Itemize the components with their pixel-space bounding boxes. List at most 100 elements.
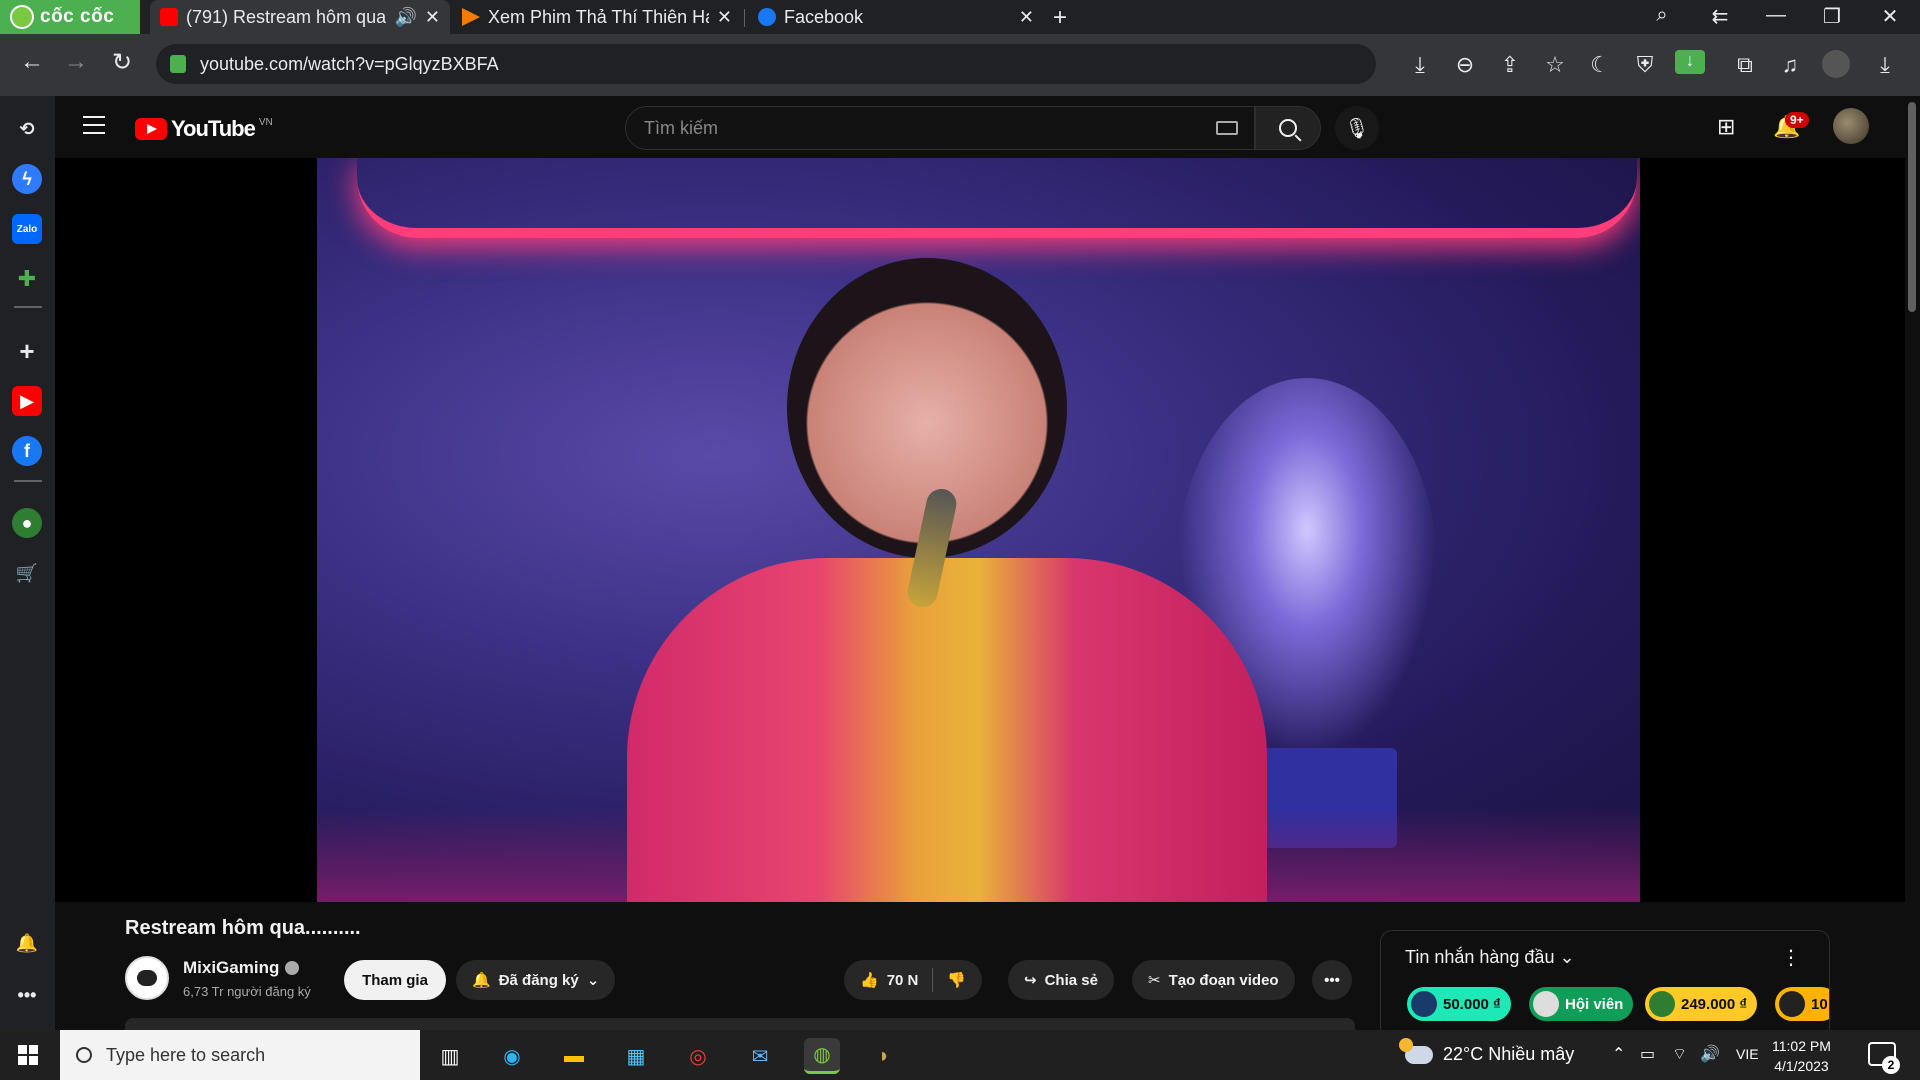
like-count[interactable]: 70 N — [887, 972, 919, 989]
page-scrollbar[interactable] — [1906, 96, 1918, 1030]
file-explorer-icon[interactable]: ▬ — [556, 1038, 592, 1074]
mail-icon[interactable]: ✉ — [742, 1038, 778, 1074]
clip-button[interactable]: ✂ Tạo đoạn video — [1132, 960, 1295, 1000]
sidebar-notification-bell-icon[interactable]: 🔔 — [12, 928, 42, 958]
volume-icon[interactable]: 🔊 — [1700, 1044, 1720, 1064]
youtube-logo[interactable]: YouTube VN — [135, 116, 273, 142]
bookmark-star-icon[interactable]: ☆ — [1540, 52, 1570, 78]
search-button[interactable] — [1255, 106, 1321, 150]
new-tab-button[interactable]: + — [1053, 4, 1067, 32]
messenger-icon[interactable]: ϟ — [12, 164, 42, 194]
video-frame[interactable] — [317, 158, 1640, 902]
gamepad-icon[interactable]: ✚ — [12, 264, 42, 294]
like-icon[interactable]: 👍 — [860, 971, 879, 989]
tab-facebook[interactable]: Facebook ✕ — [748, 0, 1044, 34]
keyboard-icon[interactable] — [1216, 121, 1238, 135]
reload-button[interactable]: ↻ — [106, 48, 138, 77]
clock-time: 11:02 PM — [1772, 1038, 1831, 1054]
show-hidden-icons-chevron-icon[interactable]: ⌃ — [1612, 1044, 1625, 1064]
back-arrows-icon[interactable]: ⇇ — [1700, 4, 1740, 29]
taskbar-search-box[interactable]: Type here to search — [60, 1030, 420, 1080]
sidebar-more-icon[interactable]: ••• — [12, 980, 42, 1010]
zalo-icon[interactable]: Zalo — [12, 214, 42, 244]
chat-mode-selector[interactable]: Tin nhắn hàng đầu ⌄ — [1405, 947, 1575, 968]
close-tab-icon[interactable]: ✕ — [717, 7, 732, 28]
more-actions-button[interactable]: ••• — [1312, 960, 1352, 1000]
description-box-edge[interactable] — [125, 1018, 1355, 1030]
game-launcher-icon[interactable]: ◗ — [866, 1038, 902, 1074]
football-icon[interactable]: ● — [12, 508, 42, 538]
superchat-chip[interactable]: 249.000 ₫ — [1645, 987, 1758, 1021]
profile-avatar[interactable] — [1822, 50, 1850, 78]
superchat-chip[interactable]: 10 — [1775, 987, 1829, 1021]
restore-button[interactable]: ❐ — [1812, 4, 1852, 29]
add-shortcut-icon[interactable]: + — [12, 336, 42, 366]
channel-name-row[interactable]: MixiGaming — [183, 958, 300, 978]
screen: cốc cốc (791) Restream hôm qua 🔊 ✕ Xem P… — [0, 0, 1920, 1080]
coccoc-taskbar-icon[interactable]: ◍ — [804, 1038, 840, 1074]
back-button[interactable]: ← — [16, 48, 48, 76]
wifi-icon[interactable]: ⌔ — [1672, 1044, 1687, 1064]
secure-lock-icon[interactable] — [170, 55, 186, 73]
close-window-button[interactable]: ✕ — [1870, 4, 1910, 29]
media-playlist-icon[interactable]: ♫ — [1775, 52, 1805, 78]
savior-download-icon[interactable]: ↓ — [1675, 50, 1705, 74]
shopping-cart-icon[interactable]: 🛒 — [12, 558, 42, 588]
account-avatar[interactable] — [1833, 108, 1869, 144]
speaker-icon[interactable]: 🔊 — [394, 7, 416, 28]
language-indicator[interactable]: VIE — [1736, 1046, 1759, 1062]
extensions-puzzle-icon[interactable]: ⧉ — [1730, 52, 1760, 78]
youtube-shortcut-icon[interactable]: ▶ — [12, 386, 42, 416]
subscribed-button[interactable]: 🔔 Đã đăng ký ⌄ — [456, 960, 616, 1000]
search-icon — [1279, 119, 1297, 137]
user-avatar — [1649, 991, 1675, 1017]
zoom-out-icon[interactable]: ⊖ — [1450, 52, 1480, 78]
search-input[interactable] — [644, 117, 1216, 139]
chat-menu-icon[interactable]: ⋮ — [1781, 945, 1801, 970]
create-video-icon[interactable]: ⊞ — [1717, 114, 1735, 140]
task-view-icon[interactable]: ▥ — [432, 1038, 468, 1074]
join-button[interactable]: Tham gia — [344, 960, 446, 1000]
superchat-chip[interactable]: 50.000 ₫ — [1407, 987, 1511, 1021]
video-player[interactable] — [55, 158, 1905, 902]
voice-search-button[interactable]: 🎙 — [1335, 106, 1379, 150]
bell-icon: 🔔 — [472, 972, 491, 989]
close-tab-icon[interactable]: ✕ — [1019, 7, 1034, 28]
user-avatar — [1779, 991, 1805, 1017]
browser-brand[interactable]: cốc cốc — [0, 0, 140, 34]
chrome-icon[interactable]: ◎ — [680, 1038, 716, 1074]
minimize-button[interactable]: — — [1756, 4, 1796, 27]
downloads-icon[interactable]: ⤓ — [1870, 52, 1900, 78]
browser-toolbar: ← → ↻ youtube.com/watch?v=pGlqyzBXBFA ⤓ … — [0, 34, 1920, 96]
youtube-masthead: YouTube VN 🎙 ⊞ 🔔 9+ — [55, 96, 1920, 158]
tab-youtube[interactable]: (791) Restream hôm qua 🔊 ✕ — [150, 0, 450, 34]
channel-avatar[interactable] — [125, 956, 169, 1000]
scissors-icon: ✂ — [1148, 972, 1161, 989]
install-app-icon[interactable]: ⤓ — [1405, 52, 1435, 78]
edge-icon[interactable]: ◉ — [494, 1038, 530, 1074]
dark-mode-moon-icon[interactable]: ☾ — [1585, 52, 1615, 78]
address-bar[interactable]: youtube.com/watch?v=pGlqyzBXBFA — [156, 44, 1376, 84]
close-tab-icon[interactable]: ✕ — [425, 7, 440, 28]
battery-icon[interactable]: ▭ — [1640, 1044, 1655, 1064]
membership-chip[interactable]: Hội viên — [1529, 987, 1634, 1021]
share-icon[interactable]: ⇪ — [1495, 52, 1525, 78]
hamburger-menu-icon[interactable] — [83, 116, 105, 134]
tab-search-icon[interactable]: ⌕ — [1642, 4, 1682, 27]
forward-button[interactable]: → — [60, 48, 92, 76]
channel-name[interactable]: MixiGaming — [183, 958, 279, 978]
share-button[interactable]: ↪ Chia sẻ — [1008, 960, 1114, 1000]
tab-movie[interactable]: Xem Phim Thả Thí Thiên Hạ ✕ — [452, 0, 742, 34]
dislike-icon[interactable]: 👎 — [947, 971, 966, 989]
youtube-icon — [160, 8, 178, 26]
like-dislike-divider — [932, 968, 934, 992]
facebook-shortcut-icon[interactable]: f — [12, 436, 42, 466]
adblock-shield-icon[interactable]: ⛨ — [1630, 52, 1660, 78]
system-clock[interactable]: 11:02 PM 4/1/2023 — [1772, 1036, 1831, 1076]
microsoft-store-icon[interactable]: ▦ — [618, 1038, 654, 1074]
chip-amount: 249.000 ₫ — [1681, 995, 1748, 1013]
history-icon[interactable]: ⟲ — [12, 114, 42, 144]
weather-widget[interactable]: 22°C Nhiều mây — [1399, 1037, 1574, 1065]
scrollbar-thumb[interactable] — [1908, 102, 1916, 312]
windows-start-icon[interactable] — [18, 1045, 38, 1065]
